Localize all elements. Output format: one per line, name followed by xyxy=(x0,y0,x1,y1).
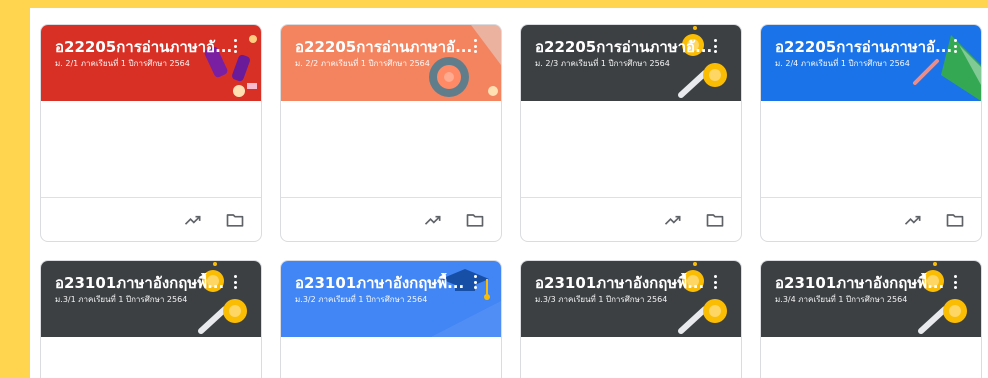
trending-up-icon[interactable] xyxy=(423,210,443,230)
trending-up-icon[interactable] xyxy=(663,210,683,230)
class-section: ม.3/3 ภาคเรียนที่ 1 ปีการศึกษา 2564 xyxy=(535,295,668,304)
class-card-banner[interactable]: อ23101ภาษาอังกฤษพื้... ม.3/2 ภาคเรียนที่… xyxy=(281,261,501,337)
class-section: ม. 2/2 ภาคเรียนที่ 1 ปีการศึกษา 2564 xyxy=(295,59,430,68)
class-title[interactable]: อ22205การอ่านภาษาอั... xyxy=(775,37,953,57)
class-section: ม.3/1 ภาคเรียนที่ 1 ปีการศึกษา 2564 xyxy=(55,295,188,304)
class-title[interactable]: อ23101ภาษาอังกฤษพื้... xyxy=(55,273,233,293)
class-card-banner[interactable]: อ22205การอ่านภาษาอั... ม. 2/2 ภาคเรียนที… xyxy=(281,25,501,101)
class-card-banner[interactable]: อ22205การอ่านภาษาอั... ม. 2/3 ภาคเรียนที… xyxy=(521,25,741,101)
class-section: ม. 2/4 ภาคเรียนที่ 1 ปีการศึกษา 2564 xyxy=(775,59,910,68)
class-card-banner[interactable]: อ22205การอ่านภาษาอั... ม. 2/4 ภาคเรียนที… xyxy=(761,25,981,101)
class-card-footer xyxy=(41,197,261,241)
class-title[interactable]: อ22205การอ่านภาษาอั... xyxy=(55,37,233,57)
folder-icon[interactable] xyxy=(945,210,965,230)
class-section: ม.3/4 ภาคเรียนที่ 1 ปีการศึกษา 2564 xyxy=(775,295,908,304)
more-options-icon[interactable] xyxy=(947,37,963,55)
class-card-footer xyxy=(281,197,501,241)
class-section: ม. 2/3 ภาคเรียนที่ 1 ปีการศึกษา 2564 xyxy=(535,59,670,68)
class-title[interactable]: อ22205การอ่านภาษาอั... xyxy=(295,37,473,57)
folder-icon[interactable] xyxy=(705,210,725,230)
class-title[interactable]: อ23101ภาษาอังกฤษพื้... xyxy=(775,273,953,293)
class-card-footer xyxy=(521,197,741,241)
class-card[interactable]: อ23101ภาษาอังกฤษพื้... ม.3/3 ภาคเรียนที่… xyxy=(520,260,742,378)
class-section: ม. 2/1 ภาคเรียนที่ 1 ปีการศึกษา 2564 xyxy=(55,59,190,68)
more-options-icon[interactable] xyxy=(467,273,483,291)
class-title[interactable]: อ23101ภาษาอังกฤษพื้... xyxy=(535,273,713,293)
more-options-icon[interactable] xyxy=(707,273,723,291)
class-card[interactable]: อ22205การอ่านภาษาอั... ม. 2/1 ภาคเรียนที… xyxy=(40,24,262,242)
folder-icon[interactable] xyxy=(465,210,485,230)
class-card[interactable]: อ22205การอ่านภาษาอั... ม. 2/3 ภาคเรียนที… xyxy=(520,24,742,242)
class-card-banner[interactable]: อ23101ภาษาอังกฤษพื้... ม.3/3 ภาคเรียนที่… xyxy=(521,261,741,337)
more-options-icon[interactable] xyxy=(467,37,483,55)
class-card[interactable]: อ23101ภาษาอังกฤษพื้... ม.3/4 ภาคเรียนที่… xyxy=(760,260,982,378)
folder-icon[interactable] xyxy=(225,210,245,230)
class-section: ม.3/2 ภาคเรียนที่ 1 ปีการศึกษา 2564 xyxy=(295,295,428,304)
class-title[interactable]: อ23101ภาษาอังกฤษพื้... xyxy=(295,273,473,293)
class-card[interactable]: อ23101ภาษาอังกฤษพื้... ม.3/1 ภาคเรียนที่… xyxy=(40,260,262,378)
classroom-grid: อ22205การอ่านภาษาอั... ม. 2/1 ภาคเรียนที… xyxy=(30,8,988,378)
more-options-icon[interactable] xyxy=(947,273,963,291)
class-title[interactable]: อ22205การอ่านภาษาอั... xyxy=(535,37,713,57)
trending-up-icon[interactable] xyxy=(903,210,923,230)
trending-up-icon[interactable] xyxy=(183,210,203,230)
class-card-banner[interactable]: อ23101ภาษาอังกฤษพื้... ม.3/4 ภาคเรียนที่… xyxy=(761,261,981,337)
class-card[interactable]: อ22205การอ่านภาษาอั... ม. 2/2 ภาคเรียนที… xyxy=(280,24,502,242)
class-card-banner[interactable]: อ23101ภาษาอังกฤษพื้... ม.3/1 ภาคเรียนที่… xyxy=(41,261,261,337)
more-options-icon[interactable] xyxy=(707,37,723,55)
class-card[interactable]: อ23101ภาษาอังกฤษพื้... ม.3/2 ภาคเรียนที่… xyxy=(280,260,502,378)
class-card-footer xyxy=(761,197,981,241)
class-card-banner[interactable]: อ22205การอ่านภาษาอั... ม. 2/1 ภาคเรียนที… xyxy=(41,25,261,101)
more-options-icon[interactable] xyxy=(227,37,243,55)
more-options-icon[interactable] xyxy=(227,273,243,291)
class-card[interactable]: อ22205การอ่านภาษาอั... ม. 2/4 ภาคเรียนที… xyxy=(760,24,982,242)
